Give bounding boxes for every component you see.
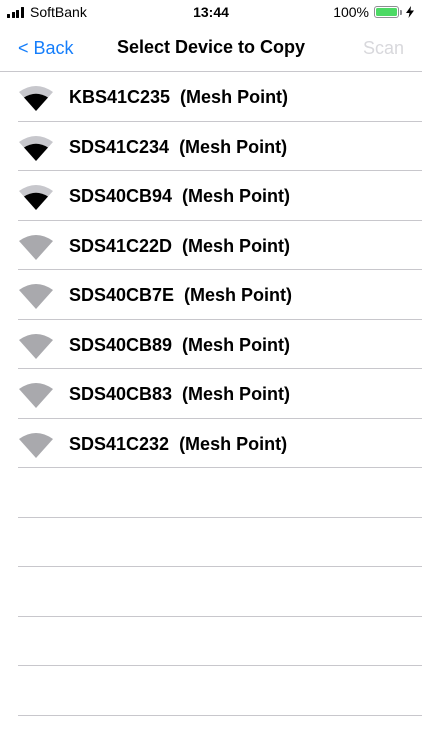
device-select-screen: SoftBank 13:44 100% < Back Select Device… <box>0 0 422 750</box>
wifi-strong-icon <box>19 135 53 161</box>
device-row[interactable]: SDS40CB89 (Mesh Point) <box>18 320 422 369</box>
battery-percent: 100% <box>333 4 369 20</box>
device-label: SDS41C22D (Mesh Point) <box>69 235 291 256</box>
navigation-bar: < Back Select Device to Copy Scan <box>0 24 422 72</box>
battery-cap <box>400 9 402 15</box>
device-row[interactable]: SDS41C234 (Mesh Point) <box>18 122 422 171</box>
device-row[interactable]: SDS41C232 (Mesh Point) <box>18 419 422 468</box>
device-label: SDS40CB83 (Mesh Point) <box>69 384 291 404</box>
wifi-outer-wedge <box>19 333 53 359</box>
wifi-strong-icon <box>19 185 53 210</box>
status-bar: SoftBank 13:44 100% <box>0 0 422 24</box>
device-label: SDS41C234 (Mesh Point) <box>69 136 288 157</box>
wifi-outer-wedge <box>19 234 53 260</box>
empty-list-row <box>18 468 422 518</box>
wifi-inner-wedge <box>24 143 48 161</box>
device-list: KBS41C235 (Mesh Point) SDS41C234 (Mesh P… <box>0 72 422 716</box>
device-row[interactable]: KBS41C235 (Mesh Point) <box>18 72 422 122</box>
wifi-weak-icon <box>19 284 53 309</box>
device-label: SDS41C232 (Mesh Point) <box>69 433 288 454</box>
device-row[interactable]: SDS40CB94 (Mesh Point) <box>18 171 422 221</box>
wifi-inner-wedge <box>24 93 48 111</box>
status-right: 100% <box>333 4 414 20</box>
wifi-weak-icon <box>19 234 53 260</box>
device-row[interactable]: SDS40CB7E (Mesh Point) <box>18 270 422 320</box>
device-label: KBS41C235 (Mesh Point) <box>69 87 289 107</box>
page-title: Select Device to Copy <box>116 37 306 57</box>
empty-list-row <box>18 518 422 567</box>
empty-list-row <box>18 567 422 617</box>
scan-button[interactable]: Scan <box>363 38 404 59</box>
battery-icon <box>374 6 399 18</box>
device-label: SDS40CB89 (Mesh Point) <box>69 334 291 355</box>
charging-bolt-icon <box>406 6 414 18</box>
wifi-outer-wedge <box>19 432 53 458</box>
empty-list-row <box>18 617 422 666</box>
device-row[interactable]: SDS41C22D (Mesh Point) <box>18 221 422 270</box>
wifi-weak-icon <box>19 383 53 408</box>
wifi-outer-wedge <box>19 284 53 309</box>
wifi-weak-icon <box>19 333 53 359</box>
empty-list-row <box>18 666 422 716</box>
wifi-inner-wedge <box>24 192 48 210</box>
wifi-strong-icon <box>19 86 53 111</box>
battery-fill <box>376 8 397 16</box>
device-label: SDS40CB94 (Mesh Point) <box>69 186 291 206</box>
device-row[interactable]: SDS40CB83 (Mesh Point) <box>18 369 422 419</box>
device-label: SDS40CB7E (Mesh Point) <box>69 285 293 305</box>
wifi-weak-icon <box>19 432 53 458</box>
wifi-outer-wedge <box>19 383 53 408</box>
